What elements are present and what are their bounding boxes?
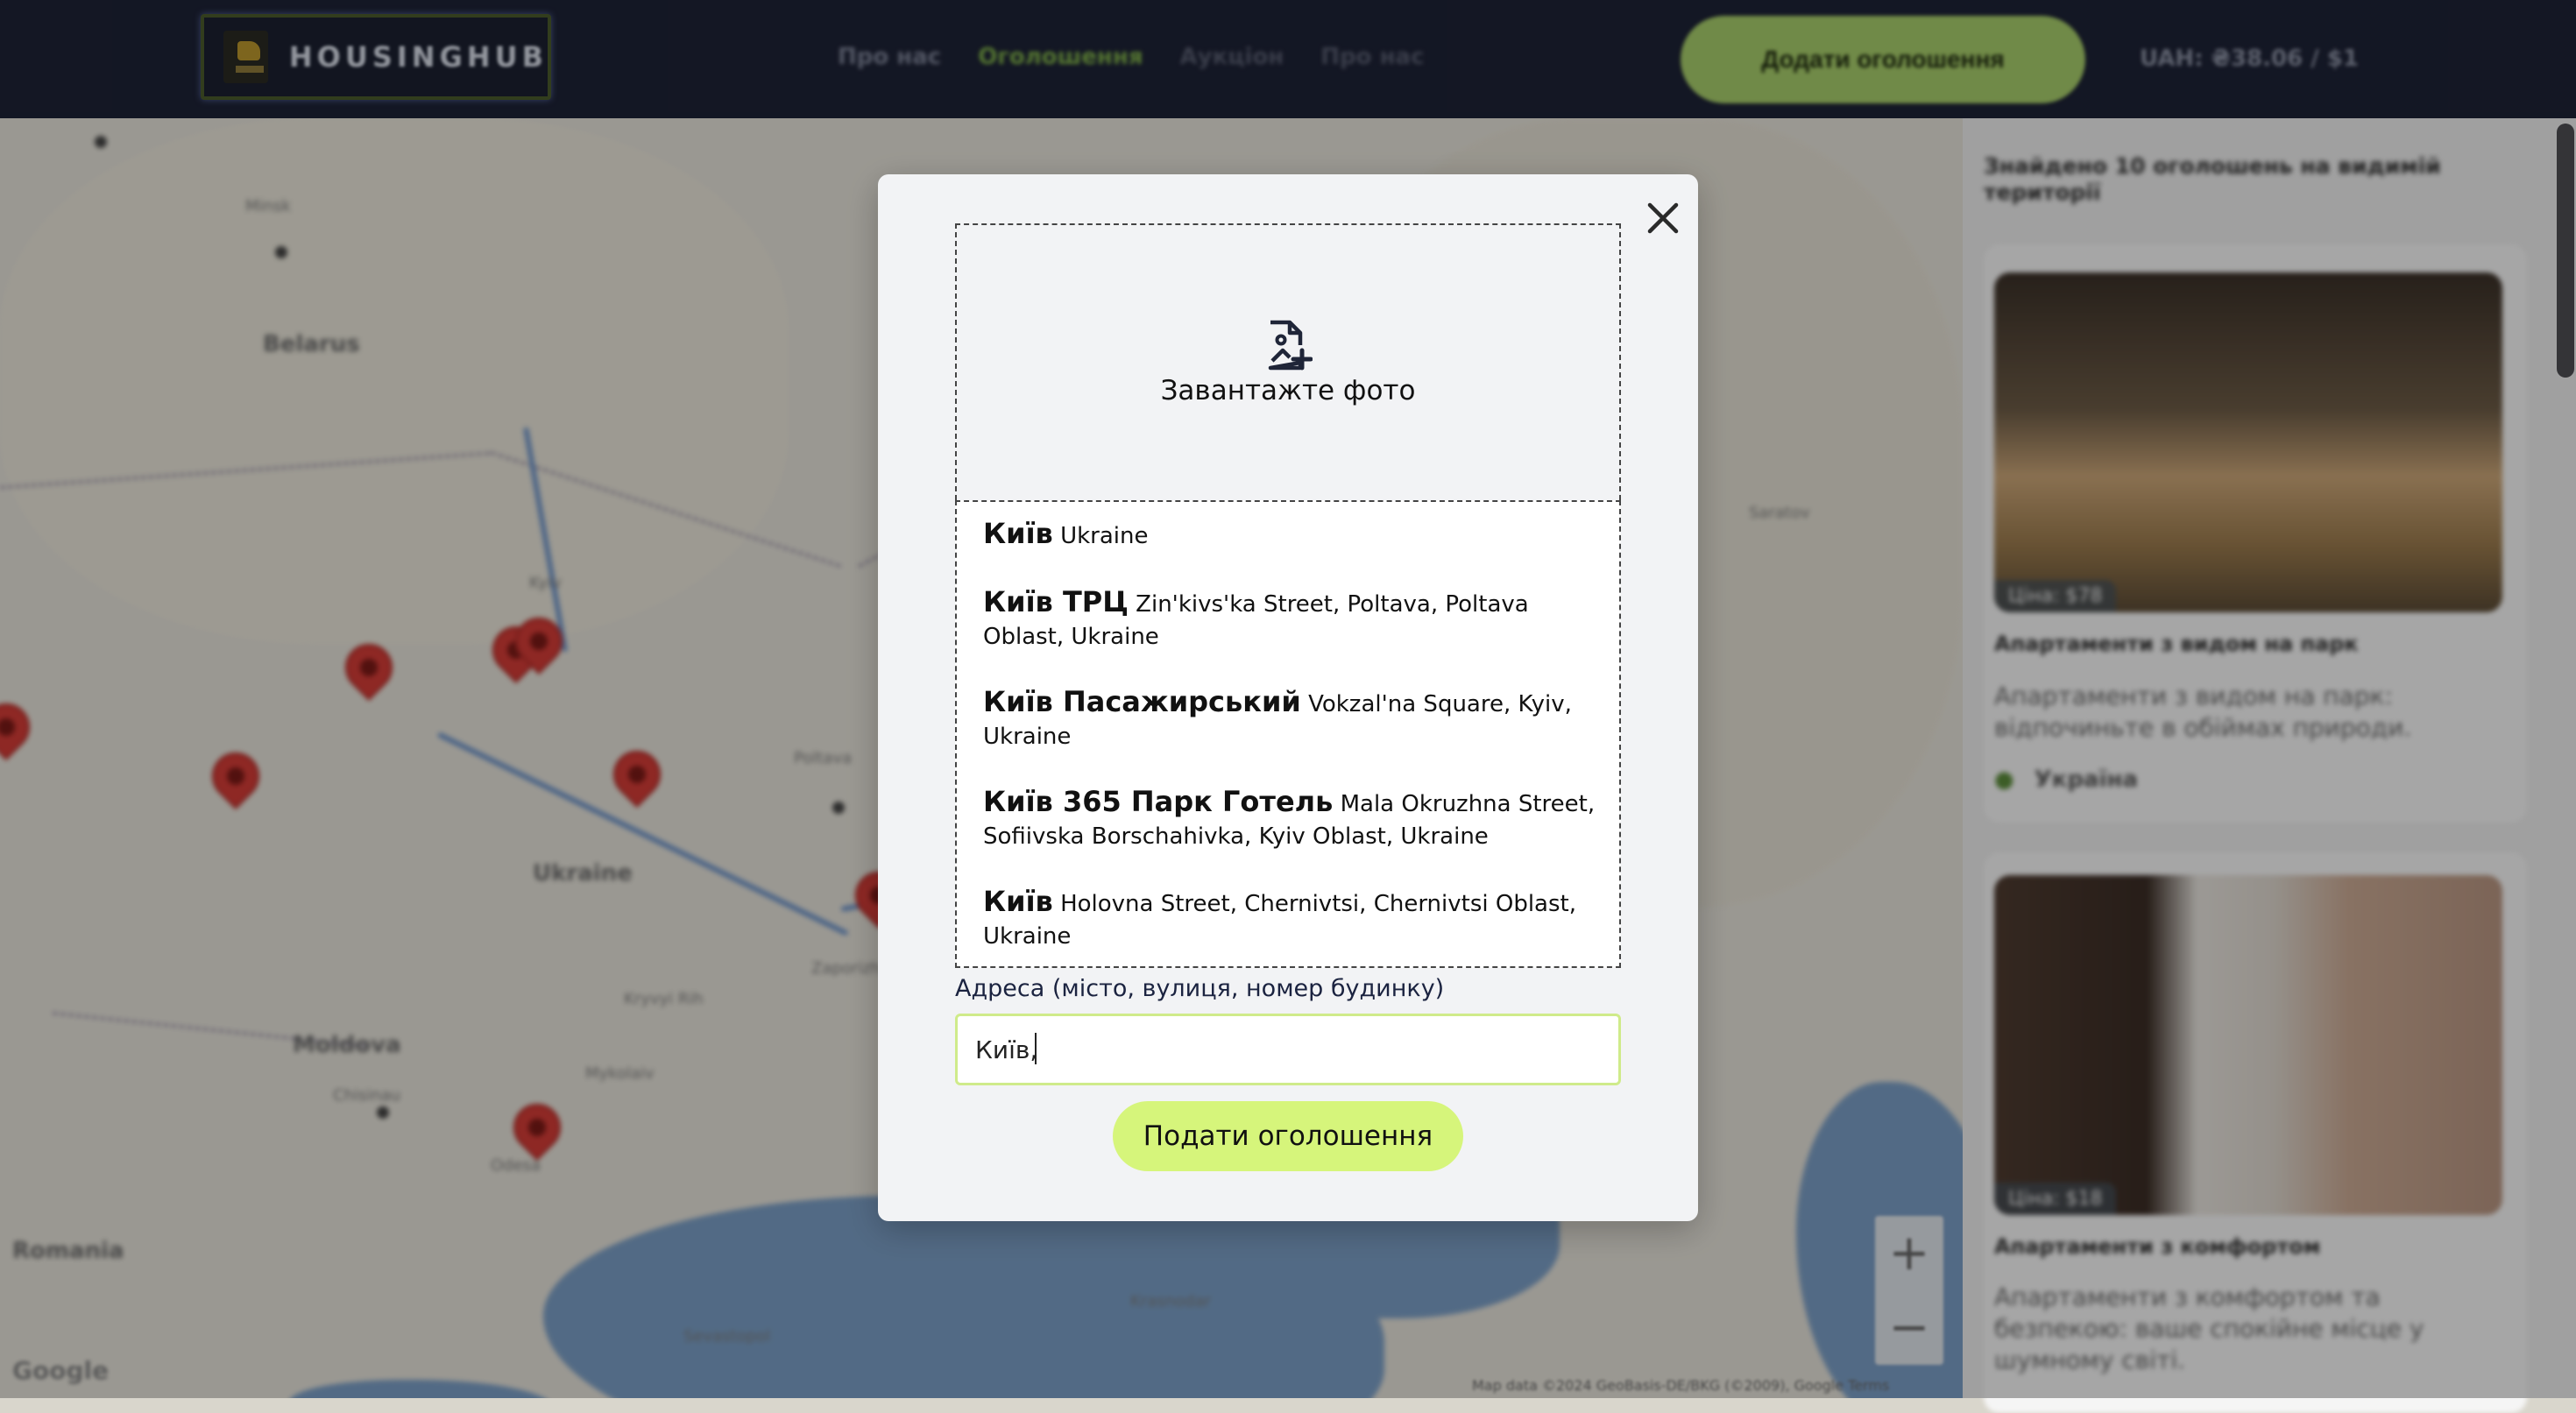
address-input[interactable] xyxy=(955,1014,1621,1085)
suggestion-item[interactable]: Київ 365 Парк Готель Mala Okruzhna Stree… xyxy=(983,786,1596,853)
suggestion-name: Київ Пасажирський xyxy=(983,685,1301,718)
close-icon xyxy=(1647,202,1679,234)
text-caret xyxy=(1035,1033,1037,1064)
add-listing-modal: Завантажте фото Київ Ukraine Київ ТРЦ Zi… xyxy=(878,174,1698,1221)
suggestion-item[interactable]: Київ Holovna Street, Chernivtsi, Cherniv… xyxy=(983,886,1596,953)
suggestion-name: Київ ТРЦ xyxy=(983,585,1129,618)
address-label-hint: (місто, вулиця, номер будинку) xyxy=(1051,975,1445,1002)
image-add-icon xyxy=(1268,320,1313,371)
suggestion-name: Київ xyxy=(983,885,1053,918)
suggestion-item[interactable]: Київ Пасажирський Vokzal'na Square, Kyiv… xyxy=(983,686,1596,753)
suggestion-detail: Holovna Street, Chernivtsi, Chernivtsi O… xyxy=(983,891,1576,950)
suggestion-detail: Ukraine xyxy=(1060,523,1149,549)
suggestion-name: Київ 365 Парк Готель xyxy=(983,785,1334,818)
suggestion-item[interactable]: Київ Ukraine xyxy=(983,518,1596,553)
submit-listing-button[interactable]: Подати оголошення xyxy=(1113,1101,1463,1171)
photo-upload-dropzone[interactable]: Завантажте фото xyxy=(955,223,1621,500)
address-label: Адреса (місто, вулиця, номер будинку) xyxy=(955,975,1444,1002)
suggestion-item[interactable]: Київ ТРЦ Zin'kivs'ka Street, Poltava, Po… xyxy=(983,586,1596,654)
address-suggestions-list: Київ Ukraine Київ ТРЦ Zin'kivs'ka Street… xyxy=(955,500,1621,968)
address-label-text: Адреса xyxy=(955,975,1045,1002)
suggestion-name: Київ xyxy=(983,517,1053,550)
close-button[interactable] xyxy=(1637,192,1689,244)
upload-label: Завантажте фото xyxy=(1160,375,1416,406)
